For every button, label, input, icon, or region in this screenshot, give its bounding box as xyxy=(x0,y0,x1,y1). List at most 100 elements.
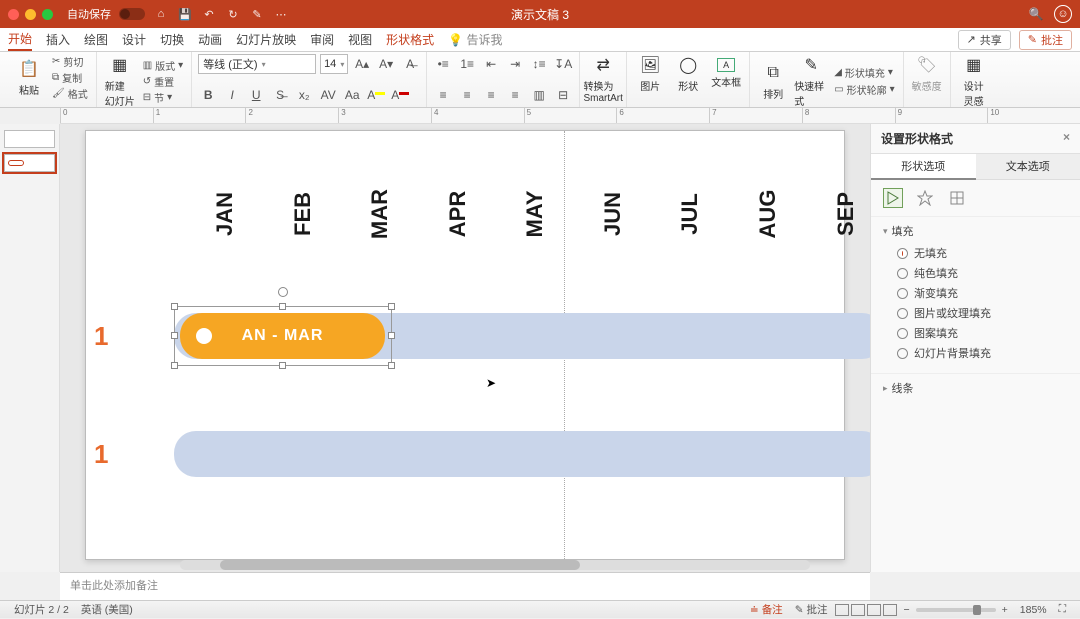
resize-handle[interactable] xyxy=(171,362,178,369)
pane-close-icon[interactable]: × xyxy=(1063,130,1070,147)
convert-smartart-button[interactable]: ⇄转换为 SmartArt xyxy=(586,54,620,104)
spacing-button[interactable]: AV xyxy=(318,85,338,105)
size-props-icon[interactable] xyxy=(947,188,967,208)
case-button[interactable]: Aa xyxy=(342,85,362,105)
resize-handle[interactable] xyxy=(171,303,178,310)
undo-icon[interactable]: ↶ xyxy=(201,6,217,22)
tab-design[interactable]: 设计 xyxy=(122,29,146,50)
tab-insert[interactable]: 插入 xyxy=(46,29,70,50)
scroll-thumb[interactable] xyxy=(220,560,580,570)
qat-more-icon[interactable]: ⋯ xyxy=(273,6,289,22)
align-center-button[interactable]: ≡ xyxy=(457,85,477,105)
font-size-select[interactable]: 14▾ xyxy=(320,54,348,74)
selection-box[interactable] xyxy=(174,306,392,366)
notes-pane[interactable]: 单击此处添加备注 xyxy=(60,572,870,600)
decrease-font-button[interactable]: A▾ xyxy=(376,54,396,74)
shape-outline-button[interactable]: ▭ 形状轮廓 ▾ xyxy=(832,82,896,97)
designer-button[interactable]: ▦设计 灵感 xyxy=(957,54,991,108)
redo-icon[interactable]: ↻ xyxy=(225,6,241,22)
paste-button[interactable]: 📋粘贴 xyxy=(12,58,46,97)
tab-transitions[interactable]: 切换 xyxy=(160,29,184,50)
share-button[interactable]: ↗ 共享 xyxy=(958,30,1011,50)
thumbnail-2[interactable]: 2 xyxy=(4,154,55,172)
text-direction-button[interactable]: ↧A xyxy=(553,54,573,74)
fill-option-slide-bg[interactable]: 幻灯片背景填充 xyxy=(897,343,1068,363)
slide-counter[interactable]: 幻灯片 2 / 2 xyxy=(8,601,75,619)
fill-option-gradient[interactable]: 渐变填充 xyxy=(897,283,1068,303)
shapes-button[interactable]: ◯形状 xyxy=(671,54,705,93)
arrange-button[interactable]: ⧉排列 xyxy=(756,62,790,101)
align-text-button[interactable]: ⊟ xyxy=(553,85,573,105)
fill-section-header[interactable]: 填充 xyxy=(883,223,1068,239)
slide[interactable]: JAN FEB MAR APR MAY JUN JUL AUG SEP 1 1 … xyxy=(85,130,845,560)
save-icon[interactable]: 💾 xyxy=(177,6,193,22)
columns-button[interactable]: ▥ xyxy=(529,85,549,105)
format-painter-button[interactable]: 🖌 格式 xyxy=(50,86,90,101)
strike-button[interactable]: S̶ xyxy=(270,85,290,105)
align-right-button[interactable]: ≡ xyxy=(481,85,501,105)
language-status[interactable]: 英语 (美国) xyxy=(75,601,139,619)
zoom-slider[interactable] xyxy=(916,608,996,612)
notes-toggle[interactable]: ≐ 备注 xyxy=(744,601,789,619)
search-icon[interactable]: 🔍 xyxy=(1028,6,1044,22)
line-section-header[interactable]: 线条 xyxy=(883,380,1068,396)
touch-icon[interactable]: ✎ xyxy=(249,6,265,22)
increase-font-button[interactable]: A▴ xyxy=(352,54,372,74)
fill-option-none[interactable]: 无填充 xyxy=(897,243,1068,263)
resize-handle[interactable] xyxy=(388,332,395,339)
rotate-handle[interactable] xyxy=(278,287,288,297)
numbering-button[interactable]: 1≡ xyxy=(457,54,477,74)
tell-me[interactable]: 💡 告诉我 xyxy=(448,29,502,50)
justify-button[interactable]: ≡ xyxy=(505,85,525,105)
textbox-button[interactable]: A文本框 xyxy=(709,58,743,89)
zoom-out-button[interactable]: − xyxy=(898,601,916,619)
comments-button[interactable]: ✎ 批注 xyxy=(1019,30,1072,50)
new-slide-button[interactable]: ▦新建 幻灯片 xyxy=(103,54,137,108)
effects-icon[interactable] xyxy=(915,188,935,208)
thumbnail-1[interactable]: 1 xyxy=(4,130,55,148)
layout-button[interactable]: ▥ 版式 ▾ xyxy=(141,58,185,73)
shape-fill-button[interactable]: ◢ 形状填充 ▾ xyxy=(832,65,896,80)
fill-option-pattern[interactable]: 图案填充 xyxy=(897,323,1068,343)
section-button[interactable]: ⊟ 节 ▾ xyxy=(141,90,185,105)
align-left-button[interactable]: ≡ xyxy=(433,85,453,105)
fit-to-window-icon[interactable]: ⛶ xyxy=(1053,601,1072,619)
timeline-bar-2[interactable] xyxy=(174,431,870,477)
resize-handle[interactable] xyxy=(388,362,395,369)
pane-tab-shape[interactable]: 形状选项 xyxy=(871,154,976,180)
reading-view-icon[interactable] xyxy=(867,604,881,616)
resize-handle[interactable] xyxy=(171,332,178,339)
comments-toggle[interactable]: ✎ 批注 xyxy=(789,601,834,619)
tab-view[interactable]: 视图 xyxy=(348,29,372,50)
minimize-window[interactable] xyxy=(25,9,36,20)
reset-button[interactable]: ↺ 重置 xyxy=(141,74,185,89)
slide-canvas[interactable]: JAN FEB MAR APR MAY JUN JUL AUG SEP 1 1 … xyxy=(60,124,870,572)
window-controls[interactable] xyxy=(8,9,53,20)
slideshow-view-icon[interactable] xyxy=(883,604,897,616)
indent-button[interactable]: ⇥ xyxy=(505,54,525,74)
font-color-button[interactable]: A xyxy=(390,85,410,105)
tab-shape-format[interactable]: 形状格式 xyxy=(386,29,434,50)
italic-button[interactable]: I xyxy=(222,85,242,105)
sensitivity-button[interactable]: 🏷敏感度 xyxy=(910,54,944,93)
picture-button[interactable]: 🖼图片 xyxy=(633,54,667,93)
maximize-window[interactable] xyxy=(42,9,53,20)
bold-button[interactable]: B xyxy=(198,85,218,105)
close-window[interactable] xyxy=(8,9,19,20)
account-icon[interactable]: ☺ xyxy=(1054,5,1072,23)
zoom-percent[interactable]: 185% xyxy=(1014,601,1053,619)
underline-button[interactable]: U xyxy=(246,85,266,105)
home-icon[interactable]: ⌂ xyxy=(153,6,169,22)
linespacing-button[interactable]: ↕≡ xyxy=(529,54,549,74)
horizontal-scrollbar[interactable] xyxy=(180,560,810,570)
resize-handle[interactable] xyxy=(279,362,286,369)
fill-option-picture[interactable]: 图片或纹理填充 xyxy=(897,303,1068,323)
bullets-button[interactable]: •≡ xyxy=(433,54,453,74)
resize-handle[interactable] xyxy=(388,303,395,310)
cut-button[interactable]: ✂ 剪切 xyxy=(50,54,90,69)
tab-slideshow[interactable]: 幻灯片放映 xyxy=(236,29,296,50)
zoom-in-button[interactable]: + xyxy=(996,601,1014,619)
font-name-select[interactable]: 等线 (正文)▾ xyxy=(198,54,316,74)
autosave-toggle[interactable] xyxy=(119,8,145,20)
normal-view-icon[interactable] xyxy=(835,604,849,616)
